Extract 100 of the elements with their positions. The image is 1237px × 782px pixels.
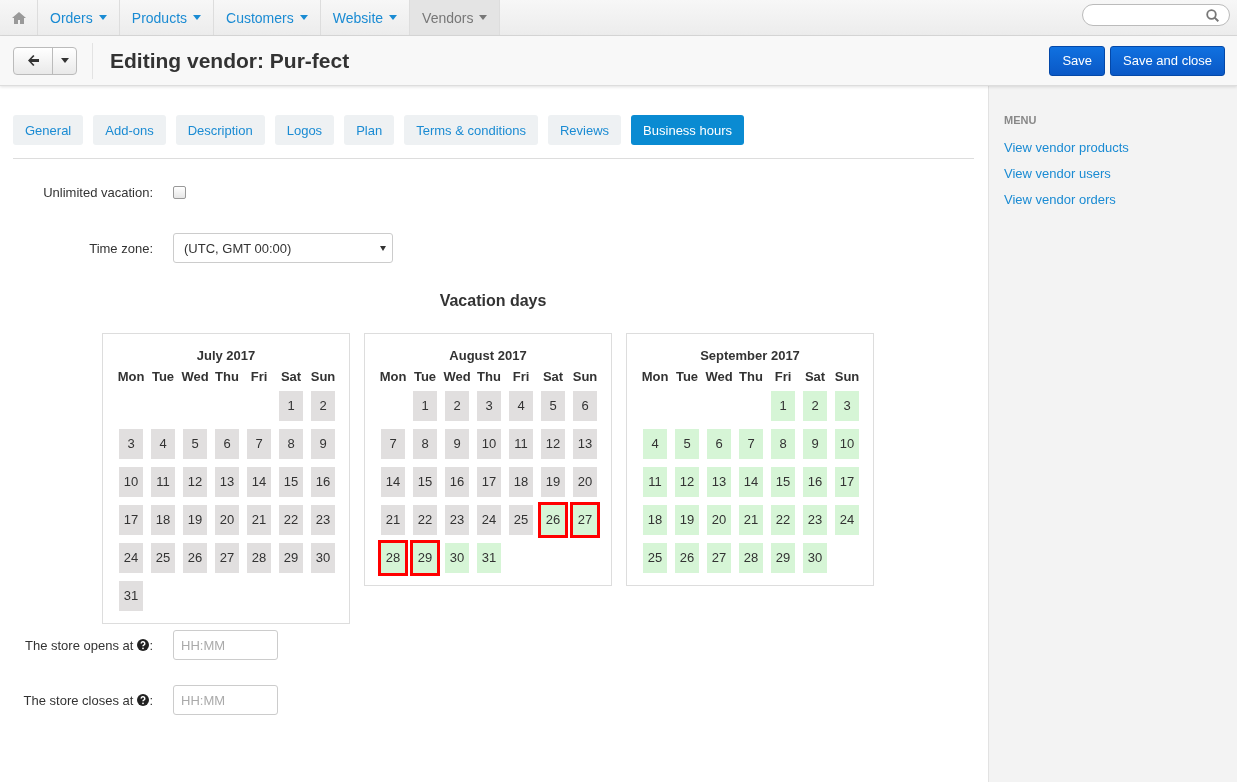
- calendar-day[interactable]: 16: [803, 467, 827, 497]
- calendar-day[interactable]: 16: [445, 467, 469, 497]
- calendar-day[interactable]: 13: [215, 467, 239, 497]
- calendar-day[interactable]: 10: [835, 429, 859, 459]
- calendar-day[interactable]: 29: [410, 540, 440, 576]
- calendar-day[interactable]: 18: [509, 467, 533, 497]
- calendar-day[interactable]: 14: [247, 467, 271, 497]
- save-button[interactable]: Save and close: [1110, 45, 1225, 76]
- calendar-day[interactable]: 6: [573, 391, 597, 421]
- checkbox[interactable]: [173, 186, 186, 199]
- calendar-day[interactable]: 28: [739, 543, 763, 573]
- calendar-day[interactable]: 17: [477, 467, 501, 497]
- calendar-day[interactable]: 15: [413, 467, 437, 497]
- calendar-day[interactable]: 20: [573, 467, 597, 497]
- calendar-day[interactable]: 2: [445, 391, 469, 421]
- home-icon[interactable]: [11, 11, 26, 24]
- calendar-day[interactable]: 13: [573, 429, 597, 459]
- calendar-day[interactable]: 14: [381, 467, 405, 497]
- calendar-day[interactable]: 26: [675, 543, 699, 573]
- calendar-day[interactable]: 30: [803, 543, 827, 573]
- calendar-day[interactable]: 5: [183, 429, 207, 459]
- calendar-day[interactable]: 30: [445, 543, 469, 573]
- calendar-day[interactable]: 19: [183, 505, 207, 535]
- calendar-day[interactable]: 21: [381, 505, 405, 535]
- calendar-day[interactable]: 24: [477, 505, 501, 535]
- calendar-day[interactable]: 1: [279, 391, 303, 421]
- search-field[interactable]: [1082, 4, 1230, 26]
- save-button[interactable]: Save: [1049, 45, 1106, 76]
- calendar-day[interactable]: 1: [771, 391, 795, 421]
- calendar-day[interactable]: 21: [247, 505, 271, 535]
- calendar-day[interactable]: 12: [675, 467, 699, 497]
- calendar-day[interactable]: 27: [215, 543, 239, 573]
- calendar-day[interactable]: 3: [835, 391, 859, 421]
- calendar-day[interactable]: 10: [477, 429, 501, 459]
- calendar-day[interactable]: 26: [183, 543, 207, 573]
- calendar-day[interactable]: 30: [311, 543, 335, 573]
- calendar-day[interactable]: 5: [675, 429, 699, 459]
- calendar-day[interactable]: 24: [119, 543, 143, 573]
- calendar-day[interactable]: 11: [643, 467, 667, 497]
- calendar-day[interactable]: 8: [413, 429, 437, 459]
- tab[interactable]: Business hours: [631, 115, 744, 145]
- calendar-day[interactable]: 20: [215, 505, 239, 535]
- calendar-day[interactable]: 12: [183, 467, 207, 497]
- calendar-day[interactable]: 20: [707, 505, 731, 535]
- calendar-day[interactable]: 4: [643, 429, 667, 459]
- calendar-day[interactable]: 16: [311, 467, 335, 497]
- calendar-day[interactable]: 11: [151, 467, 175, 497]
- calendar-day[interactable]: 9: [445, 429, 469, 459]
- time-input-field[interactable]: HH:MM: [173, 685, 278, 715]
- calendar-day[interactable]: 2: [311, 391, 335, 421]
- calendar-day[interactable]: 22: [413, 505, 437, 535]
- calendar-day[interactable]: 25: [643, 543, 667, 573]
- calendar-day[interactable]: 14: [739, 467, 763, 497]
- calendar-day[interactable]: 28: [378, 540, 408, 576]
- time-zone-dropdown[interactable]: (UTC, GMT 00:00): [173, 233, 393, 263]
- time-input-field[interactable]: HH:MM: [173, 630, 278, 660]
- calendar-day[interactable]: 29: [279, 543, 303, 573]
- calendar-day[interactable]: 24: [835, 505, 859, 535]
- calendar-day[interactable]: 8: [279, 429, 303, 459]
- calendar-day[interactable]: 28: [247, 543, 271, 573]
- calendar-day[interactable]: 7: [381, 429, 405, 459]
- calendar-day[interactable]: 21: [739, 505, 763, 535]
- calendar-day[interactable]: 25: [509, 505, 533, 535]
- calendar-day[interactable]: 23: [445, 505, 469, 535]
- calendar-day[interactable]: 18: [151, 505, 175, 535]
- calendar-day[interactable]: 31: [119, 581, 143, 611]
- calendar-day[interactable]: 2: [803, 391, 827, 421]
- help-icon[interactable]: [137, 639, 150, 651]
- calendar-day[interactable]: 8: [771, 429, 795, 459]
- nav-menu-item[interactable]: Vendors: [410, 0, 501, 35]
- calendar-day[interactable]: 6: [215, 429, 239, 459]
- calendar-day[interactable]: 4: [151, 429, 175, 459]
- calendar-day[interactable]: 15: [771, 467, 795, 497]
- calendar-day[interactable]: 25: [151, 543, 175, 573]
- calendar-day[interactable]: 4: [509, 391, 533, 421]
- calendar-day[interactable]: 31: [477, 543, 501, 573]
- calendar-day[interactable]: 26: [538, 502, 568, 538]
- calendar-day[interactable]: 6: [707, 429, 731, 459]
- calendar-day[interactable]: 18: [643, 505, 667, 535]
- calendar-day[interactable]: 23: [803, 505, 827, 535]
- help-icon[interactable]: [137, 694, 150, 706]
- calendar-day[interactable]: 19: [675, 505, 699, 535]
- calendar-day[interactable]: 13: [707, 467, 731, 497]
- calendar-day[interactable]: 27: [707, 543, 731, 573]
- calendar-day[interactable]: 11: [509, 429, 533, 459]
- calendar-day[interactable]: 22: [279, 505, 303, 535]
- calendar-day[interactable]: 3: [477, 391, 501, 421]
- calendar-day[interactable]: 7: [739, 429, 763, 459]
- calendar-day[interactable]: 1: [413, 391, 437, 421]
- calendar-day[interactable]: 5: [541, 391, 565, 421]
- calendar-day[interactable]: 9: [803, 429, 827, 459]
- calendar-day[interactable]: 17: [835, 467, 859, 497]
- calendar-day[interactable]: 12: [541, 429, 565, 459]
- calendar-day[interactable]: 22: [771, 505, 795, 535]
- calendar-day[interactable]: 10: [119, 467, 143, 497]
- calendar-day[interactable]: 15: [279, 467, 303, 497]
- calendar-day[interactable]: 7: [247, 429, 271, 459]
- calendar-day[interactable]: 19: [541, 467, 565, 497]
- calendar-day[interactable]: 23: [311, 505, 335, 535]
- calendar-day[interactable]: 27: [570, 502, 600, 538]
